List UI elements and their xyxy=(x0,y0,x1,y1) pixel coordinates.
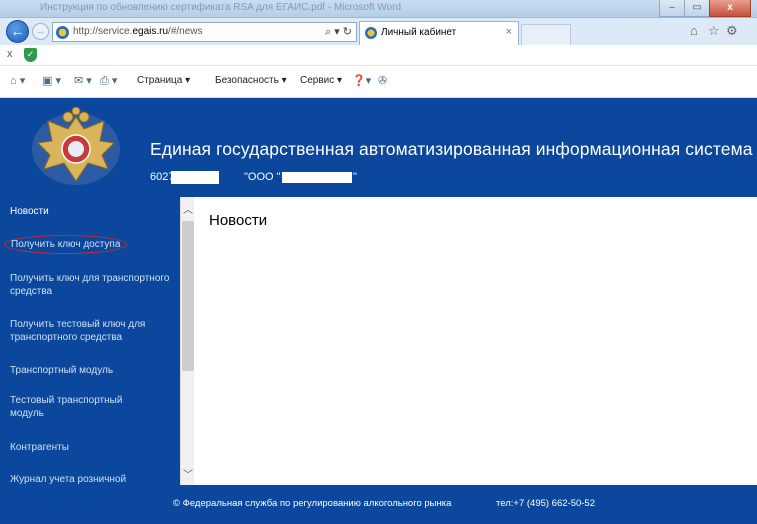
feeds-icon[interactable]: ▣ ▾ xyxy=(42,74,61,87)
minimize-button[interactable]: – xyxy=(659,0,685,17)
sidebar-item-test-vehicle-key[interactable]: Получить тестовый ключ для транспортного… xyxy=(10,318,170,344)
sidebar-item-retail-journal[interactable]: Журнал учета розничной xyxy=(10,473,170,485)
security-menu[interactable]: Безопасность ▾ xyxy=(215,75,287,86)
tab-personal-account[interactable]: Личный кабинет × xyxy=(359,21,519,45)
navigation-bar: ← → http://service.egais.ru/#/news ⌕ ▾ ↻… xyxy=(0,18,757,45)
sidebar-item-vehicle-key[interactable]: Получить ключ для транспортного средства xyxy=(10,272,170,298)
star-icon[interactable]: ☆ xyxy=(708,23,720,39)
sidebar-item-transport-module[interactable]: Транспортный модуль xyxy=(10,364,170,377)
sidebar-item-get-access-key[interactable]: Получить ключ доступа xyxy=(4,235,170,254)
command-bar: ⌂ ▾ ▣ ▾ ✉ ▾ ⎙ ▾ Страница ▾ Безопасность … xyxy=(0,66,757,98)
address-bar[interactable]: http://service.egais.ru/#/news ⌕ ▾ ↻ xyxy=(52,22,357,42)
search-refresh-icon[interactable]: ⌕ ▾ ↻ xyxy=(325,25,352,39)
window-controls: – ▭ x xyxy=(659,0,751,17)
arrow-left-icon: ← xyxy=(10,23,25,39)
sidebar-scrollbar[interactable]: ︿ ﹀ xyxy=(180,197,194,485)
home-menu-icon[interactable]: ⌂ ▾ xyxy=(10,74,25,87)
sidebar-item-test-transport-module[interactable]: Тестовый транспортный модуль xyxy=(10,394,140,420)
page-menu[interactable]: Страница ▾ xyxy=(137,75,190,86)
highlight-circle: Получить ключ доступа xyxy=(4,235,128,254)
service-menu[interactable]: Сервис ▾ xyxy=(300,75,342,86)
close-window-button[interactable]: x xyxy=(709,0,751,17)
back-button[interactable]: ← xyxy=(6,20,29,43)
redacted-org xyxy=(282,172,352,183)
site-favicon-icon xyxy=(56,26,69,39)
page-title: Новости xyxy=(209,212,268,229)
eagle-emblem-icon xyxy=(32,107,120,185)
site-footer: © Федеральная служба по регулированию ал… xyxy=(0,485,757,524)
notification-bar: x ✓ xyxy=(0,45,757,66)
footer-copyright: © Федеральная служба по регулированию ал… xyxy=(173,498,452,509)
tab-label: Личный кабинет xyxy=(381,27,457,38)
address-url[interactable]: http://service.egais.ru/#/news xyxy=(73,26,203,37)
tab-close-icon[interactable]: × xyxy=(506,26,512,38)
chevron-up-icon[interactable]: ︿ xyxy=(181,201,195,216)
site-title: Единая государственная автоматизированна… xyxy=(150,139,753,159)
mail-icon[interactable]: ✉ ▾ xyxy=(74,74,92,87)
sidebar-item-contractors[interactable]: Контрагенты xyxy=(10,441,170,454)
organization-quote: " xyxy=(353,171,357,183)
window-titlebar: Инструкция по обновлению сертификата RSA… xyxy=(0,0,757,18)
home-icon[interactable]: ⌂ xyxy=(690,23,698,38)
sidebar-menu: Новости Получить ключ доступа Получить к… xyxy=(0,197,180,485)
gear-icon[interactable]: ⚙ xyxy=(726,23,738,39)
sidebar-item-news[interactable]: Новости xyxy=(0,197,180,225)
sidebar-heading: Новости xyxy=(10,206,49,217)
new-tab-button[interactable] xyxy=(521,24,571,45)
print-icon[interactable]: ⎙ ▾ xyxy=(100,74,117,88)
forward-button[interactable]: → xyxy=(32,23,49,40)
browser-window: Инструкция по обновлению сертификата RSA… xyxy=(0,0,757,524)
site-header: Единая государственная автоматизированна… xyxy=(0,98,757,197)
research-icon[interactable]: ✇ xyxy=(378,74,387,87)
window-title: Инструкция по обновлению сертификата RSA… xyxy=(40,2,402,13)
tab-favicon-icon xyxy=(365,27,377,39)
help-icon[interactable]: ❓▾ xyxy=(352,74,371,87)
footer-phone: тел:+7 (495) 662-50-52 xyxy=(496,498,595,509)
scrollbar-thumb[interactable] xyxy=(182,221,194,371)
arrow-right-icon: → xyxy=(35,25,46,37)
close-bar-icon[interactable]: x xyxy=(7,48,13,60)
redacted-inn xyxy=(171,171,219,184)
chevron-down-icon[interactable]: ﹀ xyxy=(181,466,195,481)
organization-name: "ООО " xyxy=(244,171,281,183)
maximize-button[interactable]: ▭ xyxy=(684,0,710,17)
main-content: Новости xyxy=(194,197,757,485)
shield-icon[interactable]: ✓ xyxy=(24,48,37,62)
